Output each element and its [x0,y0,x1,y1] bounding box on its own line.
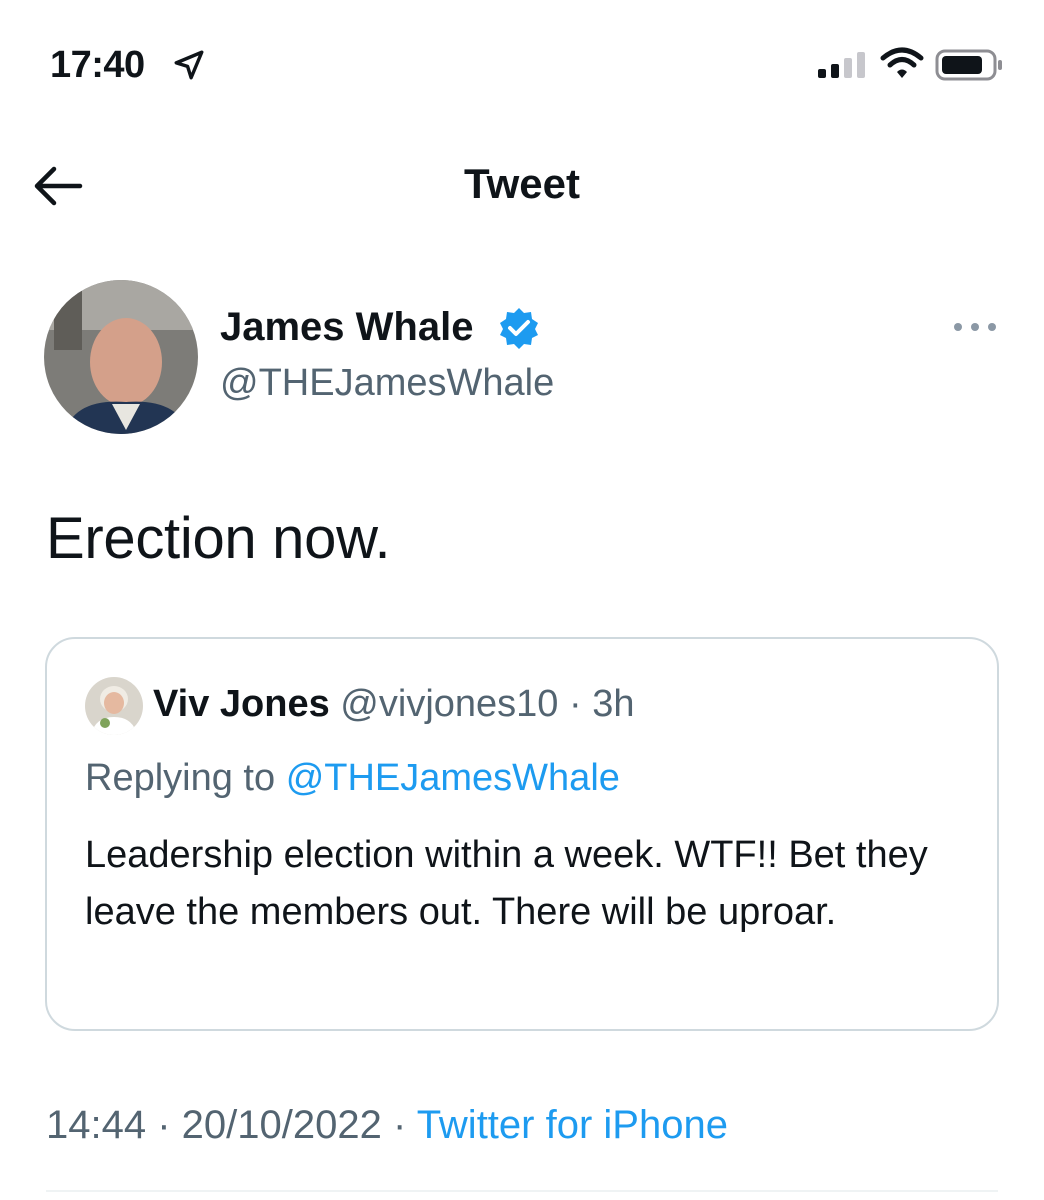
tweet-date: 20/10/2022 [181,1103,382,1147]
meta-separator-1: · [146,1103,182,1147]
divider [46,1190,998,1192]
quoted-author-name: Viv Jones [153,683,330,725]
verified-badge-icon [500,308,538,349]
status-time: 17:40 [50,44,145,86]
author-handle[interactable]: @THEJamesWhale [220,362,554,405]
more-options-icon[interactable] [952,318,998,336]
replying-to-line: Replying to @THEJamesWhale [85,757,620,800]
wifi-icon [880,47,924,78]
quoted-author-avatar [85,677,143,735]
quoted-author-handle: @vivjones10 [340,683,559,725]
tweet-timestamp: 14:44 [46,1103,147,1147]
quoted-tweet-header: Viv Jones @vivjones10 · 3h [153,683,635,726]
tweet-detail-screen: 17:40 Tweet James Whale @THEJamesWhale E… [0,0,1044,1200]
quoted-tweet-text: Leadership election within a week. WTF!!… [85,834,928,933]
page-title: Tweet [464,160,580,207]
replying-to-label: Replying to [85,757,276,799]
author-avatar[interactable] [44,280,198,434]
battery-icon [935,49,1002,81]
quoted-time-ago: 3h [592,683,635,725]
location-arrow-icon [174,50,204,80]
cellular-signal-icon [818,52,865,78]
quoted-tweet-card[interactable]: Viv Jones @vivjones10 · 3h Replying to @… [45,637,999,1031]
replying-to-link[interactable]: @THEJamesWhale [286,757,620,799]
tweet-text: Erection now. [46,506,391,571]
meta-separator-2: · [381,1103,417,1147]
author-name[interactable]: James Whale [220,305,473,350]
tweet-source-link[interactable]: Twitter for iPhone [417,1103,728,1147]
tweet-meta: 14:44 · 20/10/2022 · Twitter for iPhone [46,1103,728,1148]
quoted-separator: · [558,683,593,725]
